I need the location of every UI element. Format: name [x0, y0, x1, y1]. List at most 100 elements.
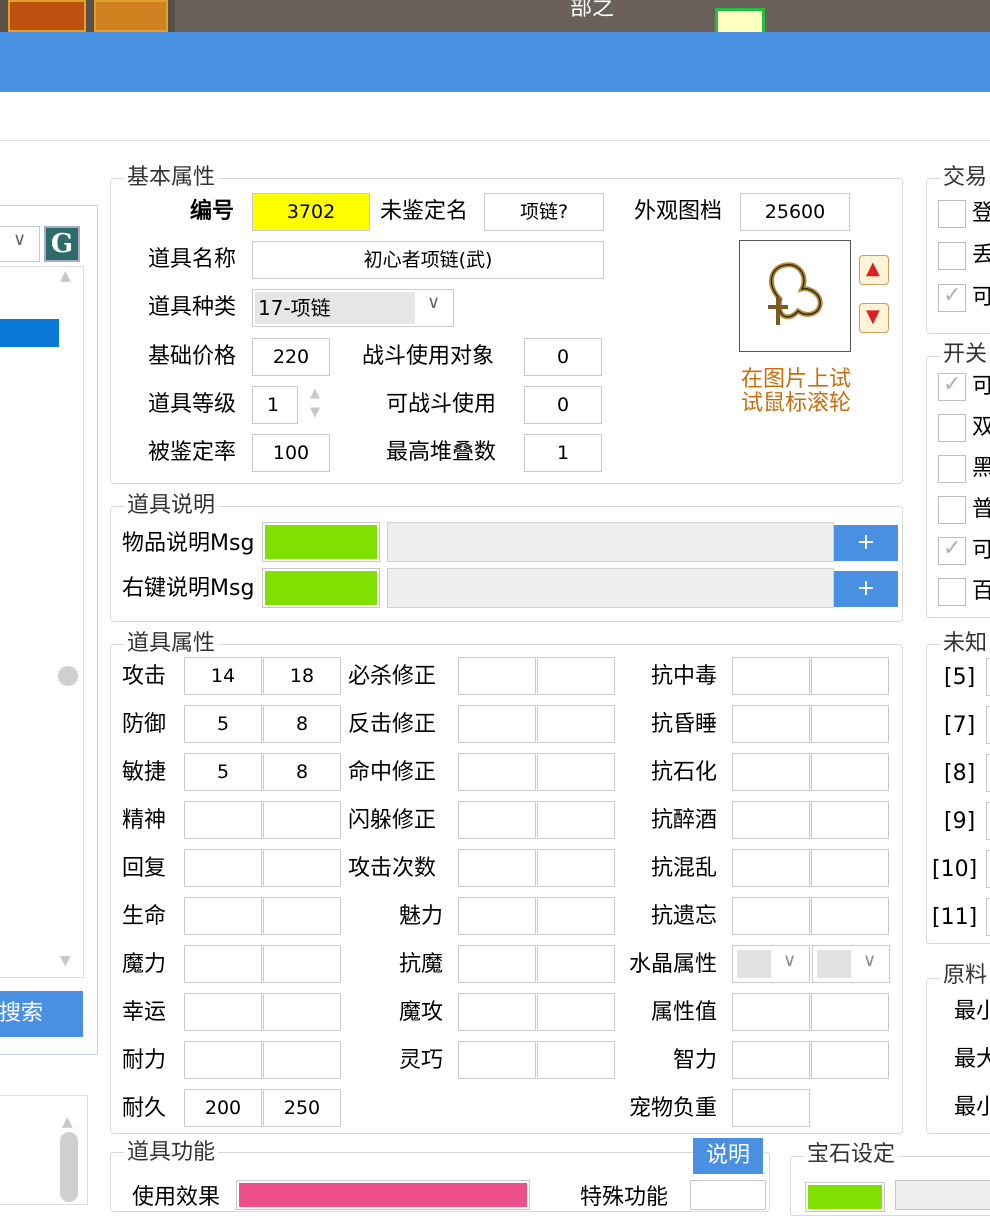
item-msg-color[interactable]	[262, 522, 380, 562]
gem-field[interactable]	[895, 1180, 990, 1210]
resistance-min-field[interactable]	[732, 657, 810, 695]
unidentified-name-field[interactable]: 项链?	[484, 193, 604, 231]
item-function-title: 道具功能	[124, 1141, 219, 1165]
switch-checkbox[interactable]	[938, 372, 966, 401]
appearance-field[interactable]: 25600	[740, 193, 850, 231]
switch-checkbox[interactable]	[938, 496, 966, 524]
left-dropdown[interactable]: ∨	[0, 226, 40, 262]
scroll-up-icon[interactable]: ▲	[60, 268, 71, 284]
crystal-attribute-select[interactable]: ∨	[732, 945, 810, 983]
unknown-title: 未知	[940, 632, 990, 656]
use-effect-label: 使用效果	[132, 1185, 221, 1210]
right-click-msg-add-button[interactable]: +	[834, 571, 898, 607]
chevron-down-icon: ∨	[427, 292, 441, 313]
item-msg-field[interactable]	[387, 522, 834, 562]
item-msg-label: 物品说明Msg	[122, 531, 255, 556]
resistance-max-field[interactable]	[811, 1041, 889, 1079]
trade-checkbox[interactable]	[938, 200, 966, 228]
right-click-msg-field[interactable]	[387, 568, 834, 608]
base-price-field[interactable]: 220	[252, 338, 330, 376]
gem-color[interactable]	[805, 1182, 885, 1212]
special-function-field[interactable]	[690, 1180, 766, 1210]
unknown-slot-field[interactable]	[986, 706, 990, 744]
game-window-strip: 部之	[0, 0, 990, 32]
identify-rate-field[interactable]: 100	[252, 434, 330, 472]
skill-icon	[8, 0, 86, 32]
resistance-min-field[interactable]	[732, 897, 810, 935]
switch-option-label: 双	[972, 415, 990, 440]
item-image-preview[interactable]	[739, 240, 851, 352]
unknown-slot-label: [7]	[944, 713, 976, 738]
material-label: 最大	[954, 1047, 990, 1072]
crystal-attribute-select[interactable]: ∨	[812, 945, 890, 983]
trade-checkbox[interactable]	[938, 242, 966, 270]
level-stepper-up-icon[interactable]: ▲	[310, 386, 320, 401]
scroll-hint-text: 在图片上试试鼠标滚轮	[740, 367, 851, 416]
switch-option-label: 可	[972, 538, 990, 563]
resistance-max-field[interactable]	[811, 849, 889, 887]
resistance-max-field[interactable]	[811, 801, 889, 839]
trade-option-label: 丢	[972, 243, 990, 268]
explain-button[interactable]: 说明	[693, 1138, 763, 1174]
switch-checkbox[interactable]	[938, 578, 966, 606]
g-button[interactable]: G	[44, 226, 80, 262]
resistance-min-field[interactable]	[732, 993, 810, 1031]
item-type-label: 道具种类	[148, 295, 237, 320]
unknown-slot-label: [11]	[932, 905, 978, 930]
id-field[interactable]: 3702	[252, 193, 370, 231]
use-effect-color[interactable]	[236, 1180, 530, 1210]
resistance-label: 宠物负重	[628, 1096, 717, 1121]
id-label: 编号	[190, 199, 235, 224]
item-name-field[interactable]: 初心者项链(武)	[252, 241, 604, 279]
resistance-max-field[interactable]	[811, 705, 889, 743]
resistance-min-field[interactable]	[732, 705, 810, 743]
skill-icon	[94, 0, 168, 32]
resistance-max-field[interactable]	[811, 897, 889, 935]
battle-target-field[interactable]: 0	[524, 338, 602, 376]
unknown-slot-field[interactable]	[986, 898, 990, 936]
resistance-label: 抗遗忘	[650, 904, 717, 929]
resistance-max-field[interactable]	[811, 657, 889, 695]
base-price-label: 基础价格	[148, 344, 237, 369]
resistance-label: 抗昏睡	[650, 712, 717, 737]
resistance-label: 抗混乱	[650, 856, 717, 881]
switch-checkbox[interactable]	[938, 536, 966, 565]
switch-option-label: 可	[972, 374, 990, 399]
switch-option-label: 百	[972, 579, 990, 604]
image-next-button[interactable]	[859, 303, 889, 333]
image-prev-button[interactable]	[859, 255, 889, 285]
material-label: 最小	[954, 999, 990, 1024]
resistance-label: 属性值	[650, 1000, 717, 1025]
chevron-down-icon: ∨	[13, 229, 27, 250]
selected-list-item[interactable]	[0, 319, 59, 347]
unknown-slot-field[interactable]	[986, 658, 990, 696]
trade-checkbox[interactable]	[938, 283, 966, 312]
max-stack-label: 最高堆叠数	[386, 440, 497, 465]
resistance-label: 抗醉酒	[650, 808, 717, 833]
unknown-slot-field[interactable]	[986, 802, 990, 840]
gem-settings-title: 宝石设定	[804, 1143, 899, 1167]
unknown-slot-field[interactable]	[986, 850, 990, 888]
item-type-value: 17-项链	[258, 296, 331, 320]
lower-scroll-thumb[interactable]	[60, 1132, 78, 1202]
battle-usable-field[interactable]: 0	[524, 386, 602, 424]
unknown-slot-field[interactable]	[986, 754, 990, 792]
item-level-field[interactable]: 1	[252, 386, 298, 424]
resistance-min-field[interactable]	[732, 753, 810, 791]
material-title: 原料	[940, 964, 990, 988]
resistance-min-field[interactable]	[732, 1089, 810, 1127]
item-msg-add-button[interactable]: +	[834, 525, 898, 561]
switch-title: 开关	[940, 343, 990, 367]
level-stepper-down-icon[interactable]: ▼	[310, 405, 320, 420]
switch-checkbox[interactable]	[938, 455, 966, 483]
resistance-min-field[interactable]	[732, 801, 810, 839]
right-click-msg-color[interactable]	[262, 568, 380, 608]
resistance-max-field[interactable]	[811, 993, 889, 1031]
resistance-max-field[interactable]	[811, 753, 889, 791]
resistance-min-field[interactable]	[732, 849, 810, 887]
max-stack-field[interactable]: 1	[524, 434, 602, 472]
item-type-select[interactable]: 17-项链 ∨	[252, 289, 454, 327]
switch-checkbox[interactable]	[938, 414, 966, 442]
item-level-label: 道具等级	[148, 392, 237, 417]
resistance-min-field[interactable]	[732, 1041, 810, 1079]
